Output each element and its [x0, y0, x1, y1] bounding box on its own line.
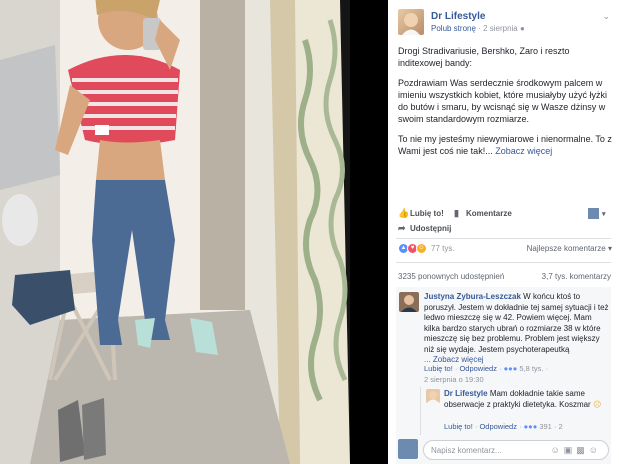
photo-illustration	[0, 0, 388, 464]
like-action[interactable]: 👍 Lubię to!	[398, 208, 444, 219]
reply-thread-line	[420, 387, 421, 435]
composer-avatar	[398, 439, 418, 459]
sort-caret-icon: ▾	[607, 244, 612, 253]
post-paragraph-1: Drogi Stradivariusie, Bershko, Zaro i re…	[398, 46, 570, 68]
post-paragraph-2: Pozdrawiam Was serdecznie środkowym palc…	[398, 78, 608, 124]
comment-body: Justyna Zybura-Leszczak W końcu ktoś to …	[424, 292, 609, 366]
share-comment-counts: 3235 ponownych udostępnień 3,7 tys. kome…	[396, 266, 611, 286]
camera-icon[interactable]: ▣	[564, 445, 577, 455]
post-text: Drogi Stradivariusie, Bershko, Zaro i re…	[398, 45, 612, 165]
comment-author-link[interactable]: Justyna Zybura-Leszczak	[424, 292, 521, 301]
post-actions: 👍 Lubię to! ▮ Komentarze ▾ ➦ Udostępnij	[398, 205, 612, 239]
post-paragraph-3: To nie my jesteśmy niewymiarowe i nienor…	[398, 133, 612, 157]
comment-reply-link[interactable]: Odpowiedz	[459, 364, 497, 373]
page-avatar[interactable]	[398, 9, 424, 35]
comment-reaction-count[interactable]: 5,8 tys.	[519, 364, 543, 373]
comment-count[interactable]: 3,7 tys. komentarzy	[542, 272, 611, 281]
reply-meta: Lubię to! · Odpowiedz · ●●● 391 · 2	[444, 422, 563, 431]
comments-section: Justyna Zybura-Leszczak W końcu ktoś to …	[396, 287, 611, 442]
comment-text: W końcu ktoś to poruszył. Jestem w dokła…	[424, 292, 609, 354]
separator-dot: ·	[478, 24, 481, 33]
reply-avatar[interactable]	[426, 389, 440, 403]
reactions-bar: ▲ ♥ ☺ 77 tys. Najlepsze komentarze ▾	[398, 243, 612, 255]
reaction-count[interactable]: 77 tys.	[431, 244, 455, 253]
comment-action-label: Komentarze	[466, 209, 512, 218]
thumbs-up-icon: 👍	[398, 208, 410, 218]
comment-bubble-icon: ▮	[454, 208, 459, 218]
composer-icons: ☺▣▩☺	[551, 445, 602, 456]
globe-icon: ●	[519, 24, 525, 33]
post-side-panel: Dr Lifestyle Polub stronę · 2 sierpnia ●…	[388, 0, 619, 464]
comment-input-placeholder: Napisz komentarz...	[431, 446, 502, 455]
emoji-icon[interactable]: ☺	[551, 445, 564, 455]
comment-avatar[interactable]	[399, 292, 419, 312]
follow-page-link[interactable]: Polub stronę	[431, 24, 476, 33]
comment-composer: Napisz komentarz... ☺▣▩☺	[396, 437, 611, 464]
comment-sort-label: Najlepsze komentarze	[526, 244, 606, 253]
comment-reactions-icon: ●●●	[503, 364, 518, 373]
comment-meta: Lubię to! · Odpowiedz · ●●● 5,8 tys. ·	[424, 364, 549, 373]
comment-action[interactable]: ▮ Komentarze	[454, 208, 512, 219]
viewer-avatar	[588, 208, 599, 219]
reply-reaction-count[interactable]: 391	[539, 422, 552, 431]
post-menu-chevron-icon[interactable]: ⌄	[602, 11, 610, 22]
reply-author-link[interactable]: Dr Lifestyle	[444, 389, 488, 398]
divider	[396, 262, 611, 263]
post-header: Dr Lifestyle Polub stronę · 2 sierpnia ●…	[398, 9, 612, 37]
photo-viewer: Dr Lifestyle Polub stronę · 2 sierpnia ●…	[0, 0, 619, 464]
gif-icon[interactable]: ▩	[576, 445, 589, 455]
like-action-label: Lubię to!	[410, 209, 444, 218]
viewer-avatar-dropdown[interactable]: ▾	[588, 208, 606, 219]
comment-time[interactable]: 2 sierpnia o 19:30	[424, 375, 484, 384]
share-action-label: Udostępnij	[410, 224, 452, 233]
dropdown-caret-icon: ▾	[602, 210, 606, 218]
haha-reaction-icon: ☺	[416, 243, 427, 254]
reply-body: Dr Lifestyle Mam dokładnie takie same ob…	[444, 389, 606, 410]
sticker-icon[interactable]: ☺	[589, 445, 602, 455]
comment-input[interactable]: Napisz komentarz... ☺▣▩☺	[423, 440, 609, 460]
divider	[396, 238, 611, 239]
comment-like-link[interactable]: Lubię to!	[424, 364, 453, 373]
disappointed-face-icon: ☹	[592, 399, 602, 409]
share-action[interactable]: ➦ Udostępnij	[398, 223, 452, 234]
reply-reactions-icon: ●●●	[523, 422, 538, 431]
share-arrow-icon: ➦	[398, 223, 406, 233]
reply-reply-link[interactable]: Odpowiedz	[479, 422, 517, 431]
post-date[interactable]: 2 sierpnia	[483, 24, 518, 33]
comment-sort-dropdown[interactable]: Najlepsze komentarze ▾	[527, 244, 612, 253]
reply-like-link[interactable]: Lubię to!	[444, 422, 473, 431]
page-name-link[interactable]: Dr Lifestyle	[431, 11, 485, 22]
reply-time[interactable]: 2	[559, 422, 563, 431]
post-photo[interactable]	[0, 0, 388, 464]
see-more-link[interactable]: Zobacz więcej	[495, 146, 552, 156]
post-subline: Polub stronę · 2 sierpnia ●	[431, 24, 525, 33]
share-count[interactable]: 3235 ponownych udostępnień	[398, 272, 504, 281]
